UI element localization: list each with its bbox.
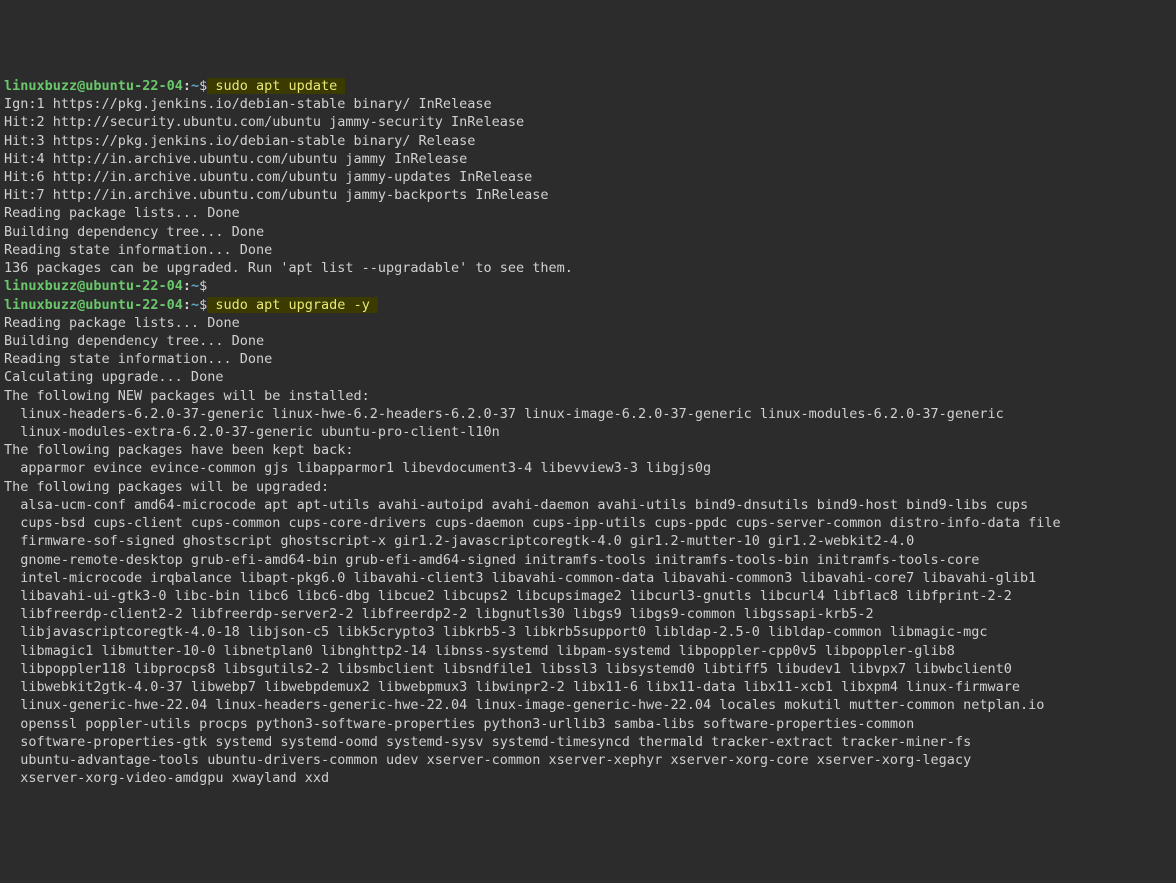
output-line: libjavascriptcoregtk-4.0-18 libjson-c5 l… xyxy=(4,623,1172,641)
output-line: 136 packages can be upgraded. Run 'apt l… xyxy=(4,259,1172,277)
output-line: Hit:3 https://pkg.jenkins.io/debian-stab… xyxy=(4,132,1172,150)
prompt-host: ubuntu-22-04 xyxy=(85,278,183,294)
output-line: Reading package lists... Done xyxy=(4,204,1172,222)
output-line: The following packages have been kept ba… xyxy=(4,441,1172,459)
output-line: firmware-sof-signed ghostscript ghostscr… xyxy=(4,532,1172,550)
command-input[interactable]: sudo apt upgrade -y xyxy=(207,297,378,313)
terminal-output: linuxbuzz@ubuntu-22-04:~$ sudo apt updat… xyxy=(4,77,1172,788)
prompt-host: ubuntu-22-04 xyxy=(85,297,183,313)
output-line: intel-microcode irqbalance libapt-pkg6.0… xyxy=(4,569,1172,587)
output-line: linux-headers-6.2.0-37-generic linux-hwe… xyxy=(4,405,1172,423)
output-line: Reading state information... Done xyxy=(4,350,1172,368)
output-line: libmagic1 libmutter-10-0 libnetplan0 lib… xyxy=(4,642,1172,660)
prompt-path: ~ xyxy=(191,278,199,294)
output-line: software-properties-gtk systemd systemd-… xyxy=(4,733,1172,751)
output-line: cups-bsd cups-client cups-common cups-co… xyxy=(4,514,1172,532)
output-line: Ign:1 https://pkg.jenkins.io/debian-stab… xyxy=(4,95,1172,113)
prompt-line[interactable]: linuxbuzz@ubuntu-22-04:~$ sudo apt upgra… xyxy=(4,296,1172,314)
output-line: libpoppler118 libprocps8 libsgutils2-2 l… xyxy=(4,660,1172,678)
prompt-colon: : xyxy=(183,278,191,294)
output-line: ubuntu-advantage-tools ubuntu-drivers-co… xyxy=(4,751,1172,769)
output-line: Hit:7 http://in.archive.ubuntu.com/ubunt… xyxy=(4,186,1172,204)
command-input[interactable]: sudo apt update xyxy=(207,78,345,94)
output-line: Hit:6 http://in.archive.ubuntu.com/ubunt… xyxy=(4,168,1172,186)
prompt-path: ~ xyxy=(191,78,199,94)
output-line: libavahi-ui-gtk3-0 libc-bin libc6 libc6-… xyxy=(4,587,1172,605)
prompt-user: linuxbuzz xyxy=(4,278,77,294)
output-line: Hit:4 http://in.archive.ubuntu.com/ubunt… xyxy=(4,150,1172,168)
output-line: openssl poppler-utils procps python3-sof… xyxy=(4,715,1172,733)
output-line: gnome-remote-desktop grub-efi-amd64-bin … xyxy=(4,551,1172,569)
output-line: alsa-ucm-conf amd64-microcode apt apt-ut… xyxy=(4,496,1172,514)
output-line: Reading state information... Done xyxy=(4,241,1172,259)
output-line: The following packages will be upgraded: xyxy=(4,478,1172,496)
output-line: Calculating upgrade... Done xyxy=(4,368,1172,386)
prompt-user: linuxbuzz xyxy=(4,78,77,94)
prompt-dollar: $ xyxy=(199,278,207,294)
output-line: Building dependency tree... Done xyxy=(4,223,1172,241)
output-line: xserver-xorg-video-amdgpu xwayland xxd xyxy=(4,769,1172,787)
prompt-path: ~ xyxy=(191,297,199,313)
output-line: libfreerdp-client2-2 libfreerdp-server2-… xyxy=(4,605,1172,623)
output-line: Building dependency tree... Done xyxy=(4,332,1172,350)
prompt-host: ubuntu-22-04 xyxy=(85,78,183,94)
output-line: linux-generic-hwe-22.04 linux-headers-ge… xyxy=(4,696,1172,714)
prompt-colon: : xyxy=(183,297,191,313)
prompt-colon: : xyxy=(183,78,191,94)
prompt-user: linuxbuzz xyxy=(4,297,77,313)
output-line: apparmor evince evince-common gjs libapp… xyxy=(4,459,1172,477)
output-line: The following NEW packages will be insta… xyxy=(4,387,1172,405)
output-line: linux-modules-extra-6.2.0-37-generic ubu… xyxy=(4,423,1172,441)
output-line: libwebkit2gtk-4.0-37 libwebp7 libwebpdem… xyxy=(4,678,1172,696)
output-line: Reading package lists... Done xyxy=(4,314,1172,332)
prompt-line[interactable]: linuxbuzz@ubuntu-22-04:~$ sudo apt updat… xyxy=(4,77,1172,95)
output-line: Hit:2 http://security.ubuntu.com/ubuntu … xyxy=(4,113,1172,131)
prompt-line[interactable]: linuxbuzz@ubuntu-22-04:~$ xyxy=(4,277,1172,295)
